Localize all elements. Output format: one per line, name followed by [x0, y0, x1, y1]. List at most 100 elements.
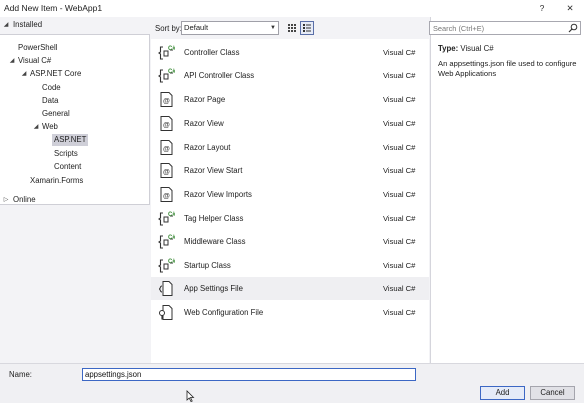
- tree-node-scripts[interactable]: Scripts: [54, 148, 78, 160]
- template-row[interactable]: C# API Controller Class Visual C#: [151, 64, 429, 87]
- collapse-arrow-icon[interactable]: ◢: [20, 68, 28, 80]
- config-file-icon: [159, 305, 173, 320]
- sort-value: Default: [184, 23, 209, 32]
- svg-text:@: @: [163, 98, 170, 105]
- template-name: Razor View Imports: [184, 190, 252, 199]
- template-language: Visual C#: [383, 261, 416, 270]
- footer-bar: Name: Add Cancel: [0, 363, 584, 403]
- template-name: Controller Class: [184, 48, 240, 57]
- template-language: Visual C#: [383, 71, 416, 80]
- tree-node-code[interactable]: Code: [42, 82, 61, 94]
- template-description: An appsettings.json file used to configu…: [438, 59, 577, 78]
- csharp-class-icon: C#: [158, 46, 175, 60]
- template-row[interactable]: Web Configuration File Visual C#: [151, 301, 429, 324]
- template-row[interactable]: C# Controller Class Visual C#: [151, 41, 429, 64]
- tree-node-online[interactable]: Online: [13, 194, 36, 206]
- window-title: Add New Item - WebApp1: [4, 3, 103, 13]
- template-language: Visual C#: [383, 166, 416, 175]
- csharp-class-icon: C#: [158, 235, 175, 249]
- collapse-arrow-icon[interactable]: ◢: [2, 19, 10, 31]
- svg-text:C#: C#: [168, 235, 175, 241]
- csharp-class-icon: C#: [158, 69, 175, 83]
- template-language: Visual C#: [383, 143, 416, 152]
- template-name: Razor Page: [184, 95, 226, 104]
- tree-node-content[interactable]: Content: [54, 161, 81, 173]
- template-panel: Sort by: Default ▼ C# Controller Class V…: [151, 17, 429, 363]
- tree-label-installed: Installed: [13, 20, 43, 29]
- svg-text:C#: C#: [168, 259, 175, 265]
- razor-icon: @: [160, 140, 173, 155]
- expand-arrow-icon[interactable]: ▷: [2, 194, 10, 206]
- razor-icon: @: [160, 116, 173, 131]
- details-panel: Search (Ctrl+E) Type: Visual C# An appse…: [429, 17, 584, 363]
- svg-text:@: @: [163, 146, 170, 153]
- search-input[interactable]: Search (Ctrl+E): [433, 24, 484, 33]
- template-language: Visual C#: [383, 95, 416, 104]
- search-icon[interactable]: [568, 23, 578, 33]
- svg-text:C#: C#: [168, 46, 175, 52]
- template-name: Tag Helper Class: [184, 214, 244, 223]
- svg-text:C#: C#: [168, 69, 175, 75]
- template-name: Middleware Class: [184, 237, 246, 246]
- sort-dropdown[interactable]: Default ▼: [181, 21, 279, 35]
- tree-node-visual-csharp[interactable]: Visual C#: [18, 55, 51, 67]
- template-row[interactable]: @ Razor View Imports Visual C#: [151, 183, 429, 206]
- csharp-class-icon: C#: [158, 259, 175, 273]
- help-button[interactable]: ?: [535, 2, 549, 15]
- template-row-selected[interactable]: App Settings File Visual C#: [151, 277, 429, 300]
- type-label: Type:: [438, 44, 459, 53]
- template-row[interactable]: C# Tag Helper Class Visual C#: [151, 207, 429, 230]
- template-row[interactable]: C# Startup Class Visual C#: [151, 254, 429, 277]
- tree-node-aspnet[interactable]: ASP.NET: [52, 134, 89, 146]
- template-row[interactable]: @ Razor Layout Visual C#: [151, 136, 429, 159]
- chevron-down-icon: ▼: [270, 25, 276, 31]
- template-row[interactable]: @ Razor View Start Visual C#: [151, 159, 429, 182]
- template-language: Visual C#: [383, 308, 416, 317]
- template-name: Web Configuration File: [184, 308, 264, 317]
- grid-view-button[interactable]: [285, 21, 299, 35]
- name-field[interactable]: [82, 368, 416, 381]
- template-name: App Settings File: [184, 284, 243, 293]
- svg-text:@: @: [163, 122, 170, 129]
- list-toolbar: Sort by: Default ▼: [151, 17, 429, 39]
- template-language: Visual C#: [383, 119, 416, 128]
- template-list: C# Controller Class Visual C# C# API Con…: [151, 39, 429, 363]
- template-row[interactable]: @ Razor View Visual C#: [151, 112, 429, 135]
- mouse-pointer-icon: [186, 390, 195, 402]
- template-name: API Controller Class: [184, 71, 255, 80]
- template-language: Visual C#: [383, 48, 416, 57]
- type-row: Type: Visual C#: [438, 44, 494, 53]
- template-name: Razor View: [184, 119, 224, 128]
- svg-text:C#: C#: [168, 212, 175, 218]
- template-row[interactable]: C# Middleware Class Visual C#: [151, 230, 429, 253]
- tree-node-web[interactable]: Web: [42, 121, 58, 133]
- razor-icon: @: [160, 187, 173, 202]
- search-box[interactable]: Search (Ctrl+E): [429, 21, 581, 35]
- type-value: Visual C#: [460, 44, 494, 53]
- grid-view-icon: [288, 24, 296, 32]
- list-view-icon: [303, 24, 311, 32]
- razor-icon: @: [160, 163, 173, 178]
- template-name: Startup Class: [184, 261, 231, 270]
- svg-text:@: @: [163, 193, 170, 200]
- tree-node-data[interactable]: Data: [42, 95, 58, 107]
- cancel-button[interactable]: Cancel: [530, 386, 575, 400]
- tree-node-xamarin-forms[interactable]: Xamarin.Forms: [30, 175, 83, 187]
- template-name: Razor Layout: [184, 143, 231, 152]
- sort-label: Sort by:: [155, 24, 182, 33]
- collapse-arrow-icon[interactable]: ◢: [8, 55, 16, 67]
- tree-node-powershell[interactable]: PowerShell: [18, 42, 57, 54]
- tree-node-aspnet-core[interactable]: ASP.NET Core: [30, 68, 81, 80]
- template-language: Visual C#: [383, 237, 416, 246]
- list-view-button[interactable]: [300, 21, 314, 35]
- collapse-arrow-icon[interactable]: ◢: [32, 121, 40, 133]
- tree-node-general[interactable]: General: [42, 108, 70, 120]
- template-row[interactable]: @ Razor Page Visual C#: [151, 88, 429, 111]
- installed-templates-tree: PowerShell ◢ Visual C# ◢ ASP.NET Core Co…: [0, 34, 150, 205]
- razor-icon: @: [160, 92, 173, 107]
- close-button[interactable]: ✕: [563, 2, 577, 15]
- add-button[interactable]: Add: [480, 386, 525, 400]
- settings-file-icon: [158, 281, 173, 296]
- csharp-class-icon: C#: [158, 212, 175, 226]
- title-bar: Add New Item - WebApp1 ? ✕: [0, 0, 584, 17]
